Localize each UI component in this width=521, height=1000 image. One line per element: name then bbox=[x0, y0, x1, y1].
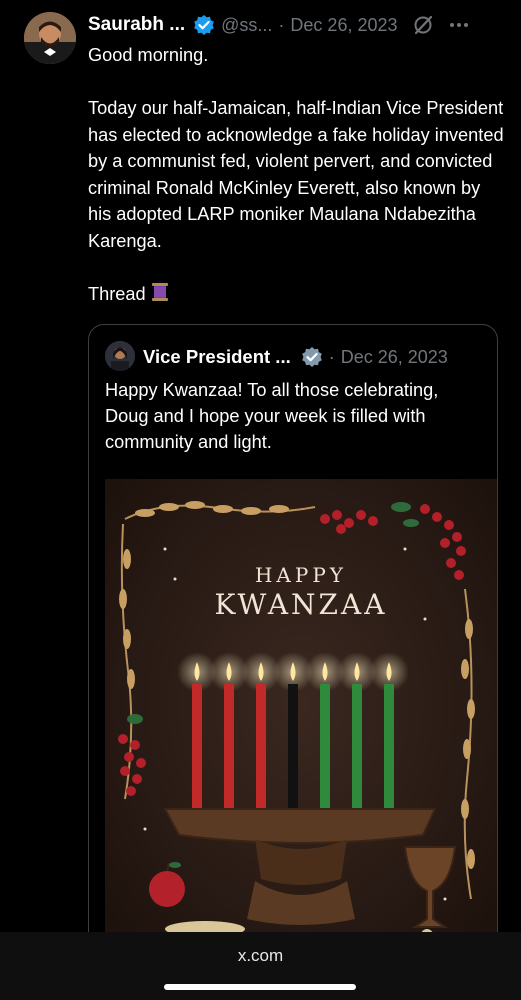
post-paragraph: Good morning. bbox=[88, 45, 209, 65]
post-paragraph: Today our half-Jamaican, half-Indian Vic… bbox=[88, 98, 504, 251]
quoted-post[interactable]: Vice President ... · Dec 26, 2023 Happy … bbox=[88, 324, 498, 966]
quoted-post-header: Vice President ... · Dec 26, 2023 bbox=[143, 343, 488, 371]
post-header: Saurabh ... @ss... · Dec 26, 2023 bbox=[88, 12, 508, 38]
post-body: Good morning. Today our half-Jamaican, h… bbox=[88, 42, 508, 310]
candle bbox=[320, 684, 330, 811]
quoted-author-avatar[interactable] bbox=[105, 341, 135, 371]
home-indicator[interactable] bbox=[164, 984, 356, 990]
kinara-base-decoration bbox=[163, 808, 437, 844]
spool-of-thread-icon bbox=[149, 281, 171, 311]
grok-icon[interactable] bbox=[412, 14, 434, 36]
url-label[interactable]: x.com bbox=[0, 946, 521, 966]
quoted-post-text: Happy Kwanzaa! To all those celebrating,… bbox=[105, 380, 439, 452]
author-handle[interactable]: @ss... bbox=[221, 15, 272, 36]
candle bbox=[256, 684, 266, 811]
gray-verified-badge-icon bbox=[301, 346, 323, 368]
author-avatar[interactable] bbox=[24, 12, 76, 64]
more-options-icon[interactable] bbox=[448, 14, 470, 36]
browser-bottom-bar: x.com bbox=[0, 932, 521, 1000]
quoted-author-name[interactable]: Vice President ... bbox=[143, 346, 291, 368]
candle bbox=[288, 684, 298, 811]
image-title-line2: KWANZAA bbox=[215, 588, 388, 621]
candle bbox=[192, 684, 202, 811]
verified-badge-icon bbox=[193, 14, 215, 36]
candle bbox=[384, 684, 394, 811]
candle bbox=[224, 684, 234, 811]
thread-label: Thread bbox=[88, 283, 146, 304]
image-title-line1: HAPPY bbox=[255, 563, 347, 587]
kwanzaa-image[interactable]: HAPPY KWANZAA bbox=[105, 479, 497, 965]
separator-dot: · bbox=[278, 14, 285, 35]
author-name[interactable]: Saurabh ... bbox=[88, 14, 185, 36]
post-date[interactable]: Dec 26, 2023 bbox=[290, 15, 397, 36]
post-paragraph-thread: Thread bbox=[88, 281, 508, 311]
candle bbox=[352, 684, 362, 811]
quoted-post-date[interactable]: Dec 26, 2023 bbox=[341, 347, 448, 368]
apple-decoration bbox=[149, 871, 185, 907]
quoted-separator-dot: · bbox=[328, 346, 335, 367]
